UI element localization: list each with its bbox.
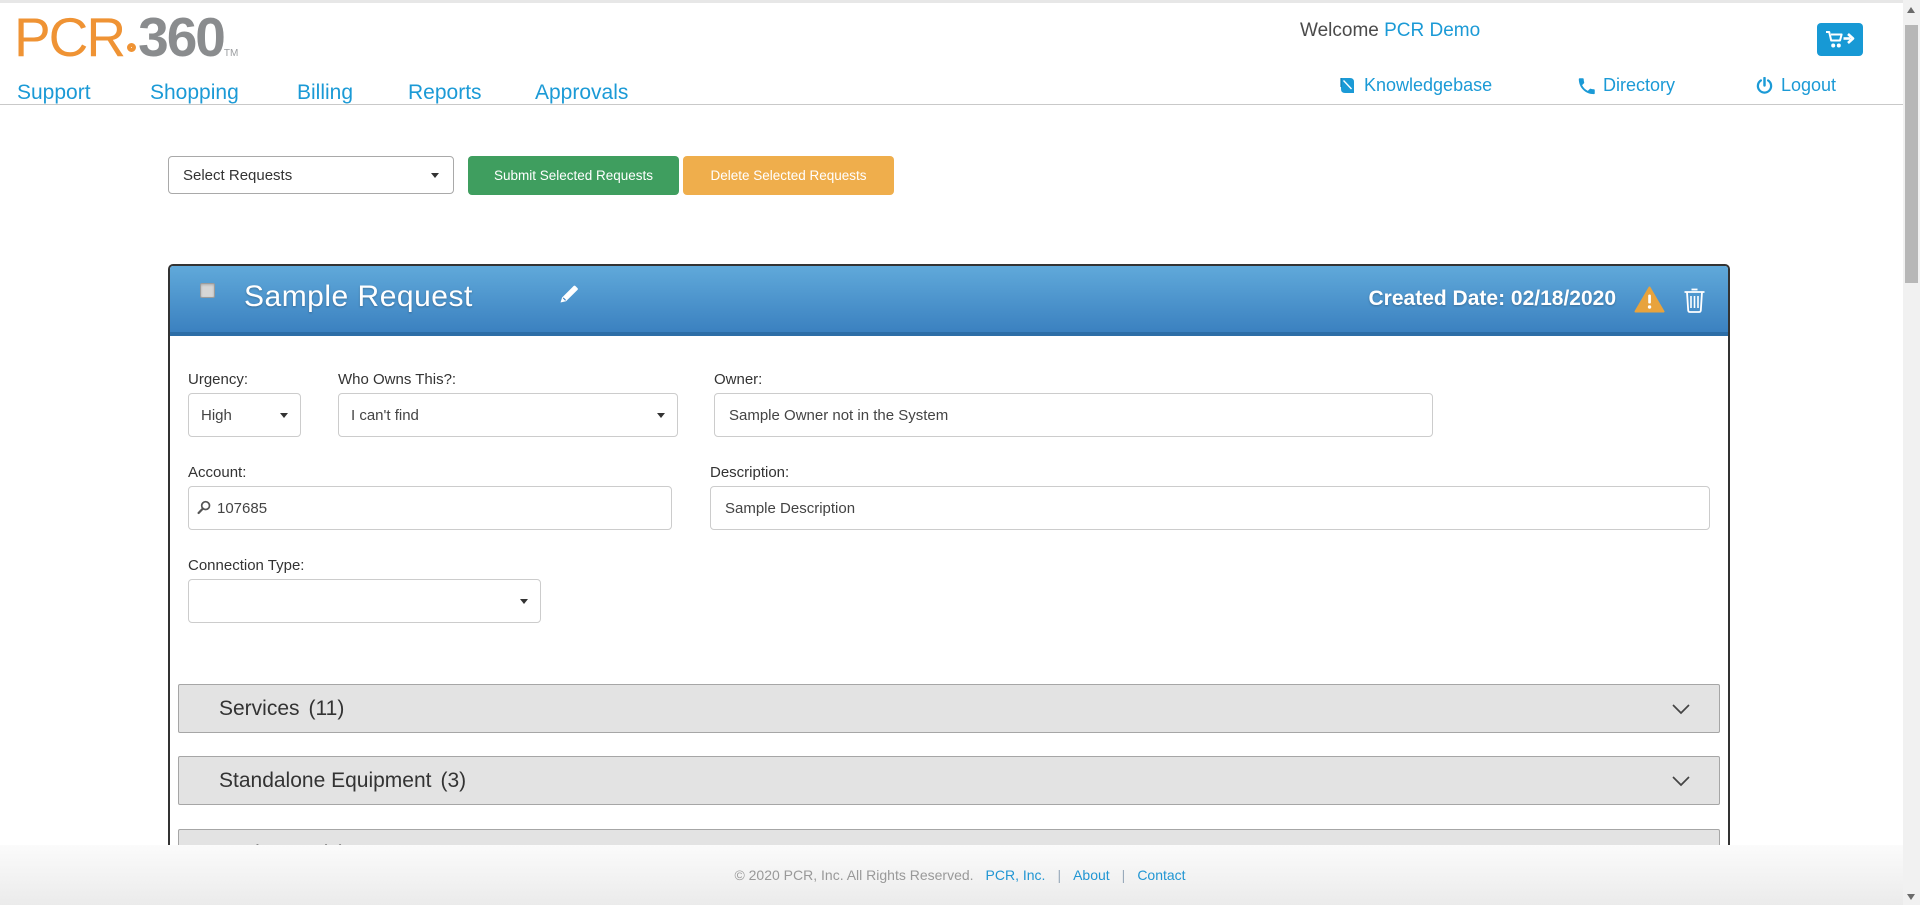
- scrollbar-up-arrow-icon[interactable]: [1907, 7, 1915, 13]
- directory-label: Directory: [1603, 75, 1675, 96]
- warning-icon: [1634, 286, 1665, 313]
- chevron-down-icon: [520, 599, 528, 604]
- nav-approvals[interactable]: Approvals: [535, 81, 628, 105]
- description-label: Description:: [710, 464, 789, 481]
- chevron-down-icon: [657, 413, 665, 418]
- footer-link-about[interactable]: About: [1073, 867, 1110, 883]
- welcome-prefix: Welcome: [1300, 20, 1379, 41]
- nav-support[interactable]: Support: [17, 81, 91, 105]
- top-bar: PCR360TM Support Shopping Billing Report…: [0, 0, 1920, 105]
- chevron-down-icon: [280, 413, 288, 418]
- knowledgebase-label: Knowledgebase: [1364, 75, 1492, 96]
- request-panel-header: Sample Request Created Date: 02/18/2020: [170, 266, 1728, 336]
- request-panel: Sample Request Created Date: 02/18/2020: [168, 264, 1730, 905]
- logout-label: Logout: [1781, 75, 1836, 96]
- account-input[interactable]: [188, 486, 672, 530]
- chevron-down-icon: [431, 173, 439, 178]
- phone-icon: [1577, 77, 1595, 95]
- nav-reports[interactable]: Reports: [408, 81, 482, 105]
- owner-input[interactable]: [714, 393, 1433, 437]
- edit-pencil-icon[interactable]: [558, 283, 580, 305]
- nav-shopping[interactable]: Shopping: [150, 81, 239, 105]
- connection-type-label: Connection Type:: [188, 557, 304, 574]
- directory-link[interactable]: Directory: [1577, 75, 1675, 96]
- who-owns-value: I can't find: [351, 407, 419, 424]
- section-standalone-label: Standalone Equipment: [219, 769, 432, 793]
- created-date: Created Date: 02/18/2020: [1369, 287, 1616, 311]
- scrollbar-down-arrow-icon[interactable]: [1907, 894, 1915, 900]
- scrollbar-thumb[interactable]: [1905, 25, 1918, 283]
- account-field: [188, 486, 672, 530]
- chevron-down-icon: [1671, 703, 1691, 715]
- connection-type-select[interactable]: [188, 579, 541, 623]
- description-input[interactable]: [710, 486, 1710, 530]
- owner-label: Owner:: [714, 371, 762, 388]
- user-name-link[interactable]: PCR Demo: [1384, 20, 1480, 41]
- select-requests-dropdown[interactable]: Select Requests: [168, 156, 454, 194]
- submit-selected-requests-button[interactable]: Submit Selected Requests: [468, 156, 679, 195]
- urgency-select[interactable]: High: [188, 393, 301, 437]
- footer-link-contact[interactable]: Contact: [1137, 867, 1185, 883]
- footer-separator: |: [1057, 867, 1061, 883]
- logo-trademark: TM: [224, 48, 238, 59]
- section-services[interactable]: Services (11): [178, 684, 1720, 733]
- checkout-cart-button[interactable]: [1817, 23, 1863, 56]
- section-services-count: (11): [309, 697, 345, 721]
- footer-link-pcr-inc[interactable]: PCR, Inc.: [986, 867, 1046, 883]
- vertical-scrollbar[interactable]: [1903, 0, 1920, 905]
- footer: © 2020 PCR, Inc. All Rights Reserved. PC…: [0, 845, 1920, 905]
- footer-separator: |: [1122, 867, 1126, 883]
- urgency-value: High: [201, 407, 232, 424]
- account-label: Account:: [188, 464, 246, 481]
- chevron-down-icon: [1671, 775, 1691, 787]
- book-icon: [1337, 77, 1356, 94]
- knowledgebase-link[interactable]: Knowledgebase: [1337, 75, 1492, 96]
- logo-pcr-text: PCR: [14, 6, 124, 68]
- request-select-checkbox[interactable]: [200, 283, 215, 298]
- logo-360-text: 360: [138, 6, 224, 68]
- cart-arrow-right-icon: [1825, 30, 1855, 49]
- request-title: Sample Request: [244, 280, 473, 314]
- trash-icon[interactable]: [1683, 286, 1706, 313]
- logo-degree-mark-icon: [127, 43, 136, 52]
- request-header-right: Created Date: 02/18/2020: [1369, 266, 1706, 332]
- welcome-message: Welcome PCR Demo: [1300, 20, 1480, 42]
- logout-link[interactable]: Logout: [1756, 75, 1836, 96]
- who-owns-label: Who Owns This?:: [338, 371, 456, 388]
- nav-billing[interactable]: Billing: [297, 81, 353, 105]
- power-icon: [1756, 77, 1773, 95]
- urgency-label: Urgency:: [188, 371, 248, 388]
- search-icon: [197, 500, 212, 515]
- who-owns-select[interactable]: I can't find: [338, 393, 678, 437]
- pcr360-logo[interactable]: PCR360TM: [14, 5, 238, 69]
- delete-selected-requests-button[interactable]: Delete Selected Requests: [683, 156, 894, 195]
- section-standalone-count: (3): [441, 769, 467, 793]
- section-standalone-equipment[interactable]: Standalone Equipment (3): [178, 756, 1720, 805]
- select-requests-label: Select Requests: [183, 167, 292, 184]
- copyright-text: © 2020 PCR, Inc. All Rights Reserved.: [734, 867, 973, 883]
- section-services-label: Services: [219, 697, 300, 721]
